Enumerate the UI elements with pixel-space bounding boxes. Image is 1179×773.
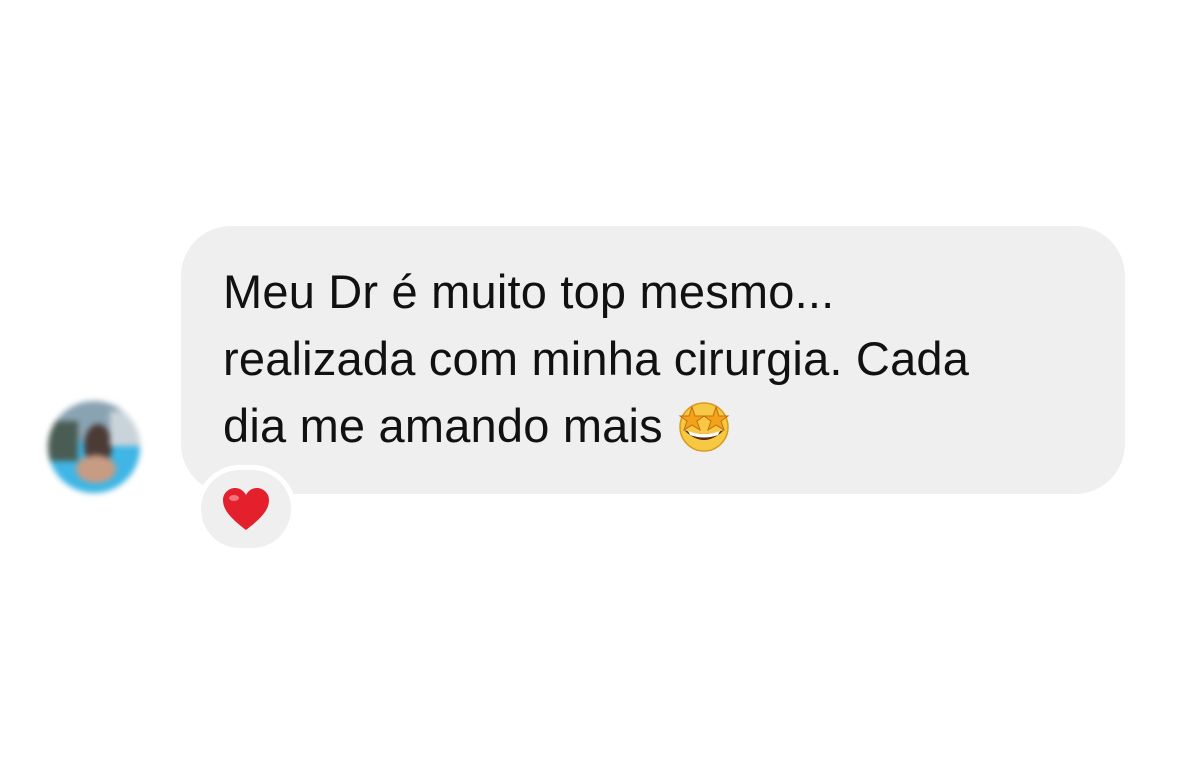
message-bubble[interactable]: Meu Dr é muito top mesmo... realizada co… <box>181 226 1125 494</box>
star-struck-emoji-icon <box>671 400 737 452</box>
sender-avatar[interactable] <box>48 401 140 493</box>
red-heart-icon <box>223 488 269 530</box>
avatar-photo <box>48 401 140 493</box>
heart-reaction[interactable] <box>196 465 296 553</box>
message-text: Meu Dr é muito top mesmo... realizada co… <box>223 258 1085 459</box>
message-body: Meu Dr é muito top mesmo... realizada co… <box>223 265 970 452</box>
